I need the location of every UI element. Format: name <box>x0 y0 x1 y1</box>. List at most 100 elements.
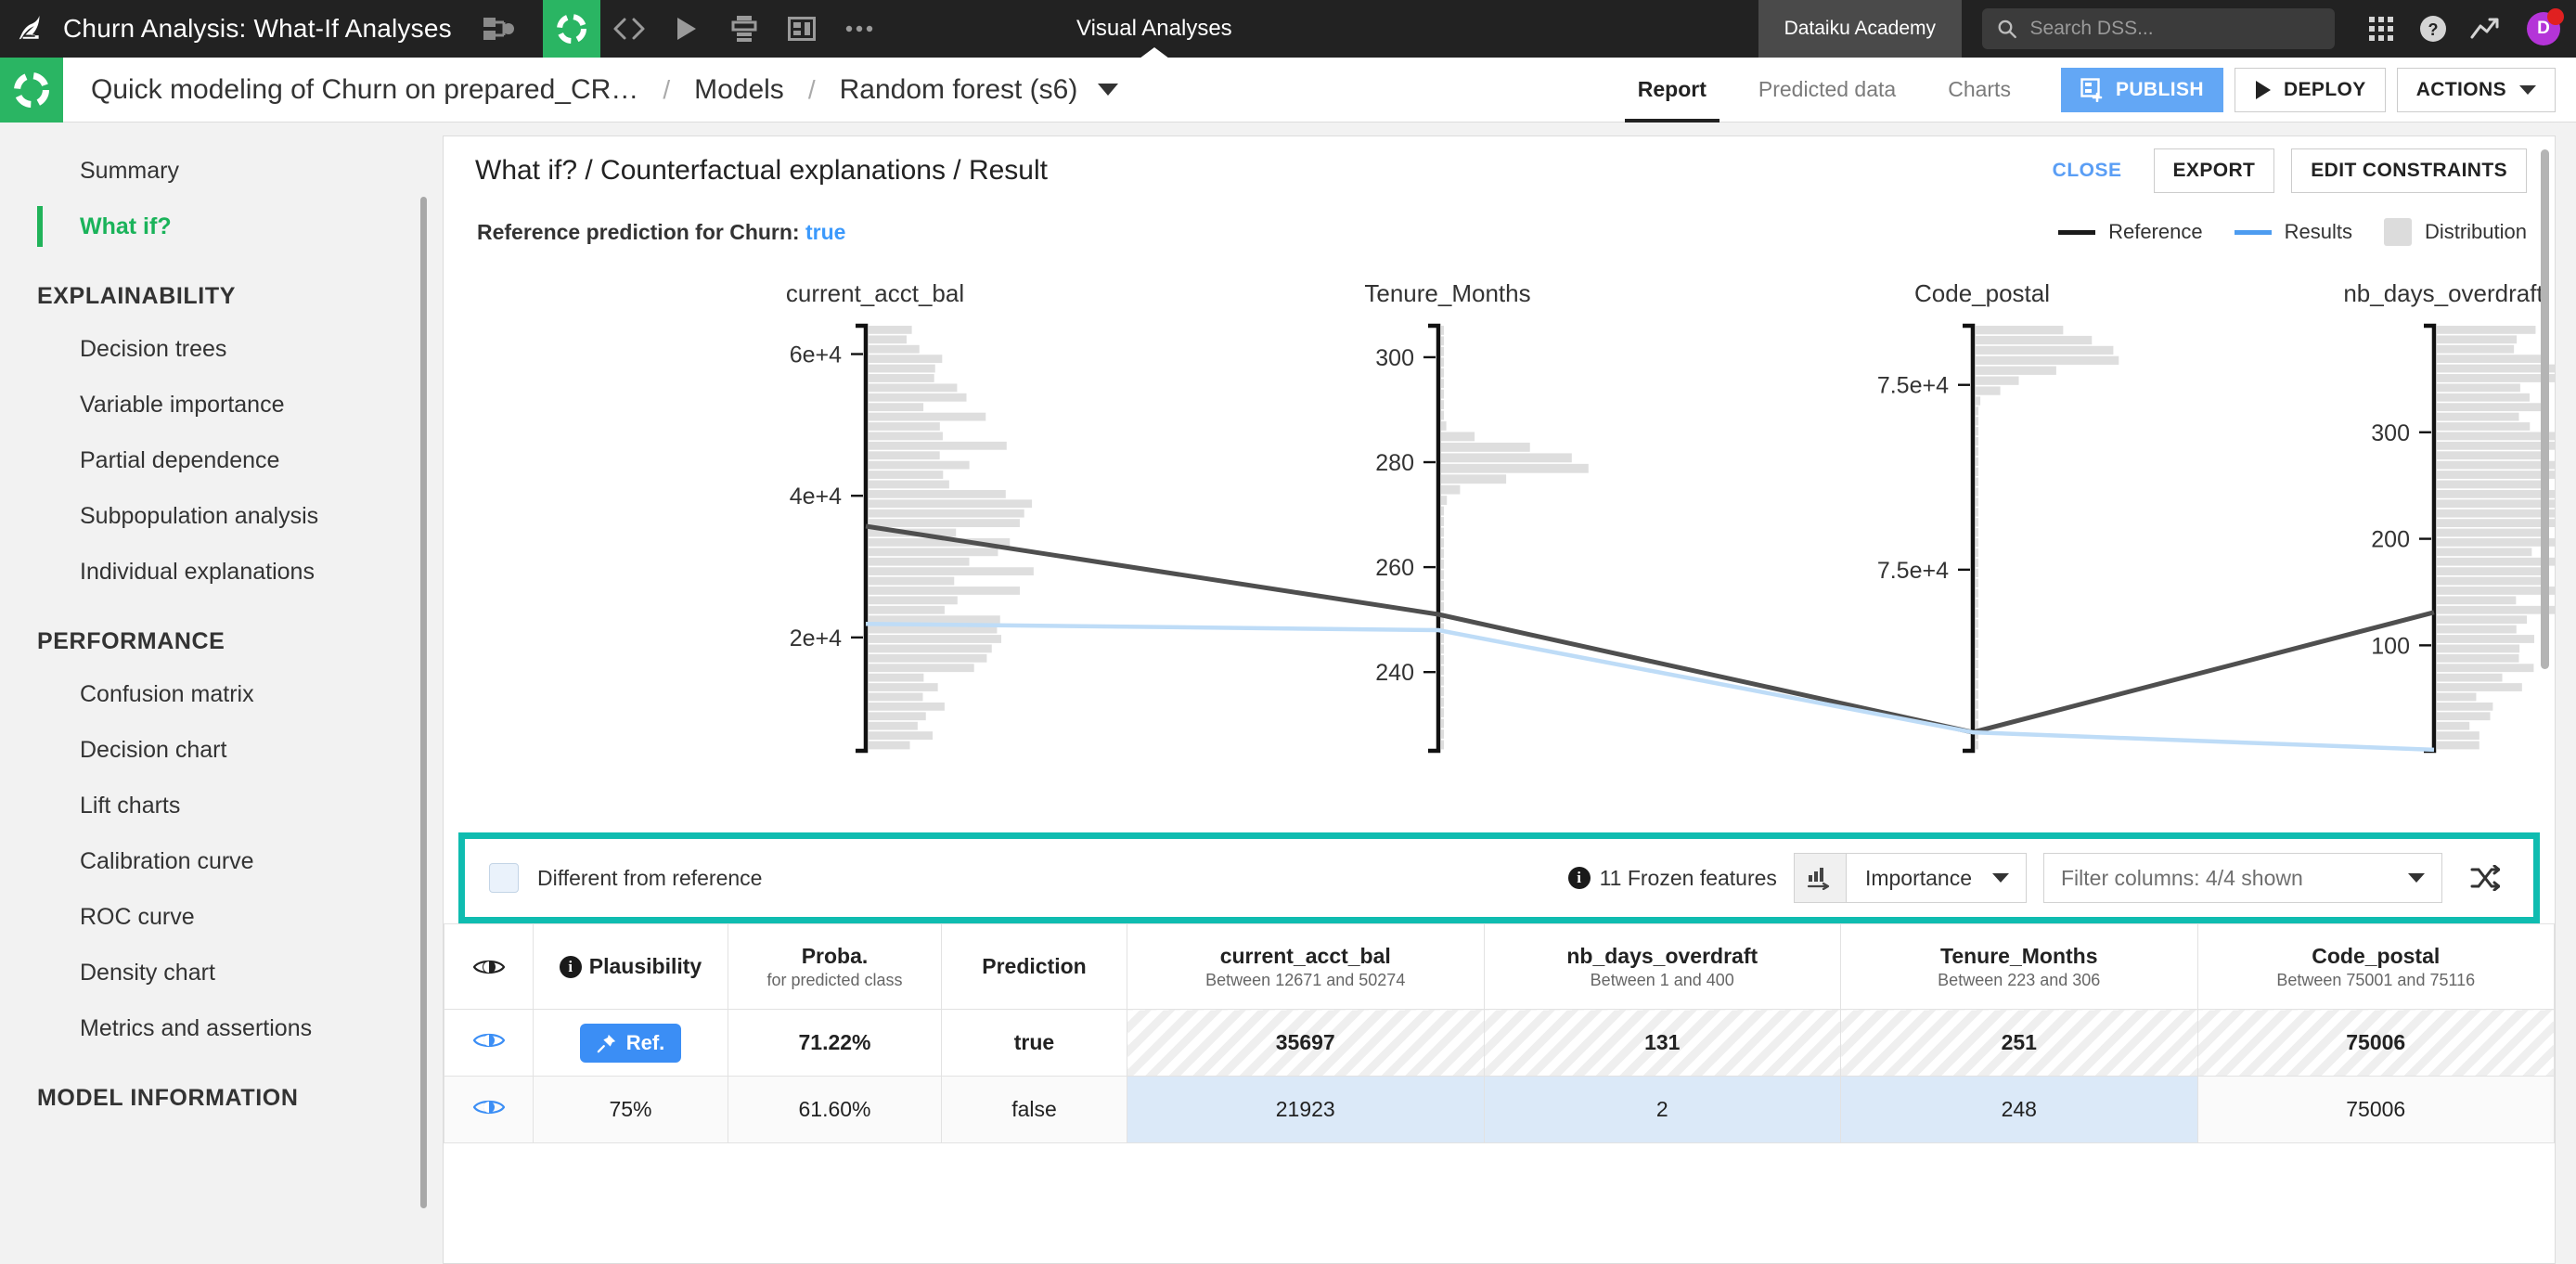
jobs-icon[interactable] <box>715 0 773 58</box>
chart-legend: Reference Results Distribution <box>2058 218 2527 246</box>
chevron-down-icon[interactable] <box>1098 84 1119 96</box>
sidebar-item-calibration-curve[interactable]: Calibration curve <box>0 833 430 889</box>
sort-icon[interactable] <box>1794 854 1847 902</box>
page-title: What if? / Counterfactual explanations /… <box>475 155 1048 186</box>
close-button[interactable]: CLOSE <box>2038 160 2137 182</box>
table-row[interactable]: 75% 61.60% false 21923 2 248 75006 <box>444 1076 2555 1143</box>
tab-charts[interactable]: Charts <box>1922 58 2037 123</box>
reference-prediction-value: true <box>805 219 846 244</box>
row-proba: 61.60% <box>728 1076 942 1143</box>
different-from-reference-checkbox[interactable] <box>489 863 519 893</box>
distribution-histograms <box>869 326 2555 750</box>
edit-constraints-button[interactable]: EDIT CONSTRAINTS <box>2291 148 2527 193</box>
bird-logo-icon[interactable] <box>0 13 63 45</box>
apps-grid-icon[interactable] <box>2355 0 2407 58</box>
column-code-postal[interactable]: Code_postal Between 75001 and 75116 <box>2196 923 2555 1010</box>
row-nb-days-overdraft: 2 <box>1483 1076 1841 1143</box>
sort-select[interactable]: Importance <box>1847 854 2026 902</box>
chevron-down-icon <box>2408 873 2425 883</box>
publish-button[interactable]: PUBLISH <box>2060 67 2223 112</box>
svg-text:100: 100 <box>2371 633 2410 659</box>
sort-control[interactable]: Importance <box>1793 853 2027 903</box>
breadcrumb-analysis[interactable]: Quick modeling of Churn on prepared_CR… <box>91 74 638 106</box>
help-icon[interactable]: ? <box>2407 0 2459 58</box>
sidebar-item-confusion-matrix[interactable]: Confusion matrix <box>0 666 430 722</box>
sidebar-item-partial-dependence[interactable]: Partial dependence <box>0 432 430 488</box>
flow-icon[interactable] <box>483 15 515 43</box>
svg-text:240: 240 <box>1375 660 1414 686</box>
academy-link[interactable]: Dataiku Academy <box>1758 0 1962 58</box>
sidebar-item-individual-explanations[interactable]: Individual explanations <box>0 544 430 600</box>
panel-header-actions: CLOSE EXPORT EDIT CONSTRAINTS <box>2038 148 2527 193</box>
code-icon[interactable] <box>600 0 658 58</box>
sidebar-scrollbar[interactable] <box>420 197 427 1208</box>
project-logo-icon[interactable] <box>0 57 63 123</box>
sidebar-item-variable-importance[interactable]: Variable importance <box>0 377 430 432</box>
sidebar-item-summary[interactable]: Summary <box>0 143 430 199</box>
row-visibility-toggle[interactable] <box>444 1076 534 1143</box>
frozen-features: i 11 Frozen features <box>1567 866 1777 891</box>
svg-text:200: 200 <box>2371 527 2410 553</box>
row-current-acct-bal: 35697 <box>1127 1009 1485 1077</box>
parallel-coordinates-chart[interactable]: 6e+4 4e+4 2e+4 current_acct_bal 300 280 260 240… <box>444 253 2555 829</box>
row-visibility-toggle[interactable] <box>444 1009 534 1077</box>
table-row[interactable]: Ref. 71.22% true 35697 131 251 75006 <box>444 1009 2555 1077</box>
info-icon[interactable]: i <box>559 955 582 978</box>
project-title: Churn Analysis: What-If Analyses <box>63 14 452 43</box>
sidebar-item-roc-curve[interactable]: ROC curve <box>0 889 430 945</box>
svg-text:280: 280 <box>1375 450 1414 476</box>
sidebar-item-label: What if? <box>80 213 172 239</box>
sidebar-item-decision-trees[interactable]: Decision trees <box>0 321 430 377</box>
column-header-label: current_acct_bal <box>1219 943 1391 968</box>
row-prediction: false <box>941 1076 1127 1143</box>
dataiku-lab-icon[interactable] <box>542 0 600 58</box>
sidebar-item-subpopulation-analysis[interactable]: Subpopulation analysis <box>0 488 430 544</box>
column-plausibility[interactable]: i Plausibility <box>533 923 728 1010</box>
column-current-acct-bal[interactable]: current_acct_bal Between 12671 and 50274 <box>1127 923 1485 1010</box>
svg-text:nb_days_overdraft: nb_days_overdraft <box>2343 279 2544 307</box>
search-input[interactable] <box>2029 18 2320 40</box>
avatar[interactable]: D <box>2511 0 2576 58</box>
sidebar-item-metrics-assertions[interactable]: Metrics and assertions <box>0 1000 430 1056</box>
more-icon[interactable] <box>831 0 888 58</box>
model-tabs: Report Predicted data Charts PUBLISH DEP… <box>1612 58 2576 123</box>
search-box[interactable] <box>1982 8 2335 49</box>
play-icon[interactable] <box>658 0 715 58</box>
column-tenure-months[interactable]: Tenure_Months Between 223 and 306 <box>1840 923 2198 1010</box>
actions-button[interactable]: ACTIONS <box>2396 67 2556 112</box>
filter-columns-select[interactable]: Filter columns: 4/4 shown <box>2043 853 2442 903</box>
column-nb-days-overdraft[interactable]: nb_days_overdraft Between 1 and 400 <box>1483 923 1841 1010</box>
shuffle-icon[interactable] <box>2459 865 2511 891</box>
row-current-acct-bal: 21923 <box>1127 1076 1485 1143</box>
column-visibility[interactable] <box>444 923 534 1010</box>
deploy-button[interactable]: DEPLOY <box>2234 67 2386 112</box>
content-scrollbar[interactable] <box>2541 149 2549 669</box>
dashboard-icon[interactable] <box>773 0 831 58</box>
export-button[interactable]: EXPORT <box>2153 148 2275 193</box>
tab-report[interactable]: Report <box>1612 58 1732 123</box>
activity-icon[interactable] <box>2459 0 2511 58</box>
info-icon[interactable]: i <box>1567 867 1591 889</box>
sidebar-item-lift-charts[interactable]: Lift charts <box>0 778 430 833</box>
column-prediction[interactable]: Prediction <box>941 923 1127 1010</box>
svg-text:?: ? <box>2428 20 2439 39</box>
breadcrumb-models[interactable]: Models <box>694 74 784 106</box>
sidebar-item-label: Lift charts <box>80 792 181 819</box>
publish-icon <box>2080 77 2103 102</box>
sidebar-item-decision-chart[interactable]: Decision chart <box>0 722 430 778</box>
row-prediction: true <box>941 1009 1127 1077</box>
sidebar-group-performance: PERFORMANCE <box>37 628 225 654</box>
eye-icon <box>472 1033 505 1047</box>
sidebar-item-label: Summary <box>80 157 179 184</box>
breadcrumb-model[interactable]: Random forest (s6) <box>840 74 1078 106</box>
row-tenure-months: 248 <box>1840 1076 2198 1143</box>
column-proba[interactable]: Proba. for predicted class <box>728 923 942 1010</box>
sidebar-item-density-chart[interactable]: Density chart <box>0 945 430 1000</box>
sidebar-item-what-if[interactable]: What if? <box>0 199 430 254</box>
svg-text:Code_postal: Code_postal <box>1914 279 2050 307</box>
svg-text:6e+4: 6e+4 <box>790 342 842 368</box>
eye-icon[interactable] <box>448 957 529 977</box>
legend-row: Reference prediction for Churn: true Ref… <box>444 205 2555 253</box>
row-nb-days-overdraft: 131 <box>1483 1009 1841 1077</box>
tab-predicted-data[interactable]: Predicted data <box>1732 58 1922 123</box>
